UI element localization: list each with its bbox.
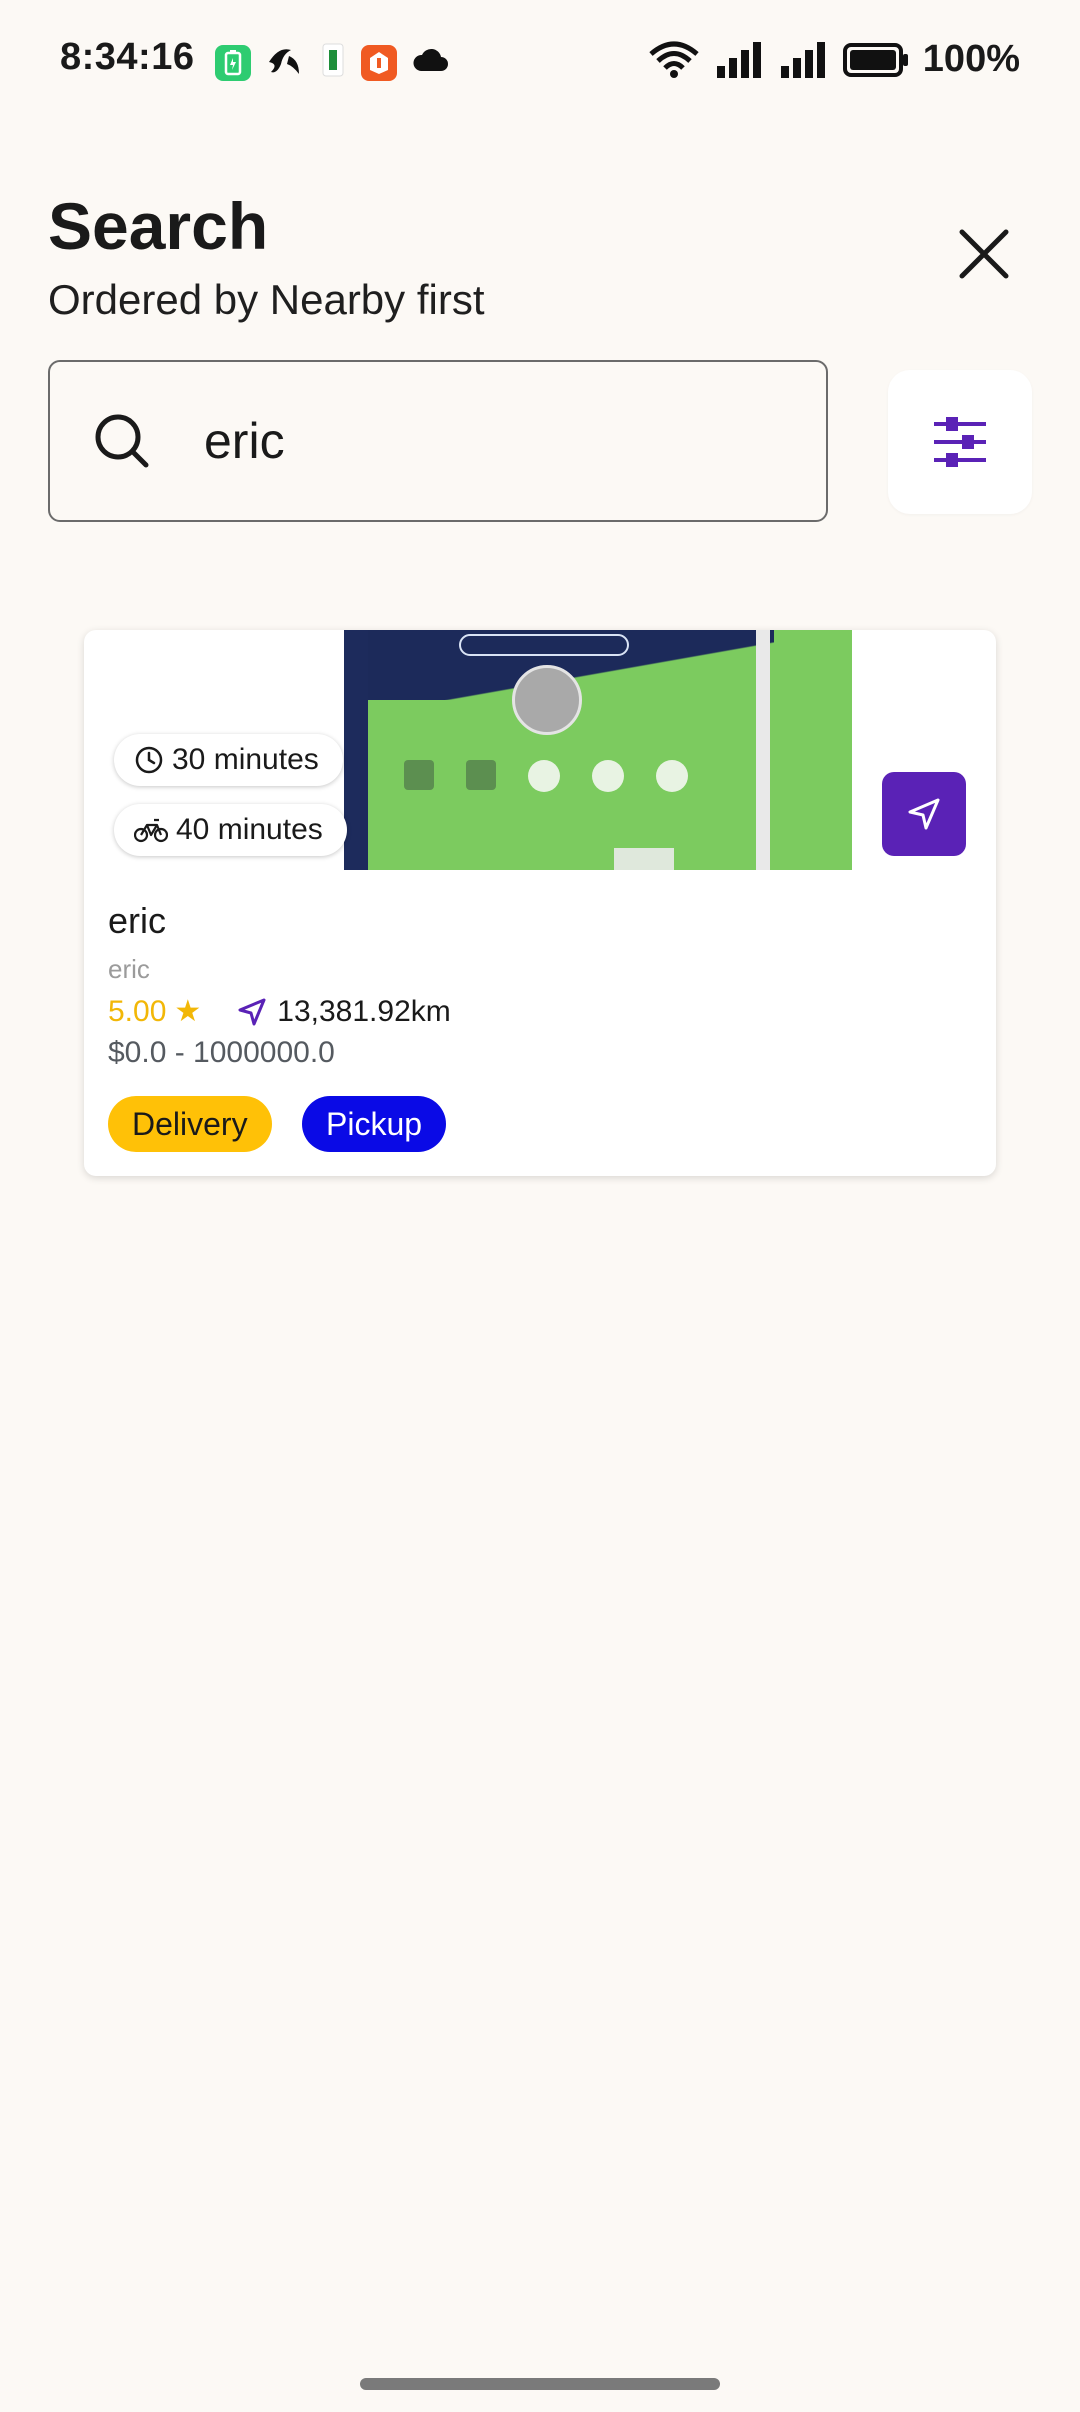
rating-value: 5.00 [108,994,167,1028]
telenor-icon [265,42,305,83]
store-name: eric [108,900,167,941]
orange-app-icon [361,44,397,81]
search-icon [95,414,149,468]
store-card[interactable]: 30 minutes 40 minutes eric eric 5.00 ★ 1… [84,630,996,1176]
store-image [344,630,852,870]
sort-order-label: Ordered by Nearby first [48,276,485,323]
battery-saver-icon [215,44,251,81]
pickup-tag: Pickup [302,1096,447,1152]
search-input[interactable] [204,412,764,470]
delivery-tag: Delivery [108,1096,272,1152]
distance-value: 13,381.92km [277,994,451,1028]
status-indicators: 100% [647,38,1020,81]
close-icon [959,229,1009,279]
store-subtitle: eric [108,954,150,984]
status-app-icons [215,42,449,83]
battery-icon [842,42,908,77]
pickup-time-chip: 40 minutes [114,804,347,856]
pickup-time: 40 minutes [176,813,323,846]
navigate-button[interactable] [882,772,966,856]
filter-button[interactable] [888,370,1032,514]
sliders-icon [934,417,986,467]
bicycle-icon [134,818,168,843]
signal-icon-2 [780,41,825,78]
close-button[interactable] [944,214,1024,294]
signal-icon-1 [716,41,761,78]
sim-app-icon [319,42,347,83]
page-title: Search [48,189,269,263]
home-indicator[interactable] [360,2378,720,2390]
star-icon: ★ [174,995,202,1028]
clock-icon [135,746,163,774]
status-time: 8:34:16 [60,36,195,78]
status-bar: 8:34:16 100% [0,0,1080,124]
navigation-arrow-icon [908,798,940,830]
search-field[interactable] [48,360,828,522]
rating-distance-row: 5.00 ★ 13,381.92km [108,994,451,1029]
location-arrow-icon [238,998,266,1025]
battery-percent: 100% [922,38,1020,80]
wifi-icon [649,41,699,78]
delivery-time: 30 minutes [172,743,319,776]
delivery-time-chip: 30 minutes [114,734,343,786]
price-range: $0.0 - 1000000.0 [108,1036,335,1069]
cloud-icon [411,47,449,78]
